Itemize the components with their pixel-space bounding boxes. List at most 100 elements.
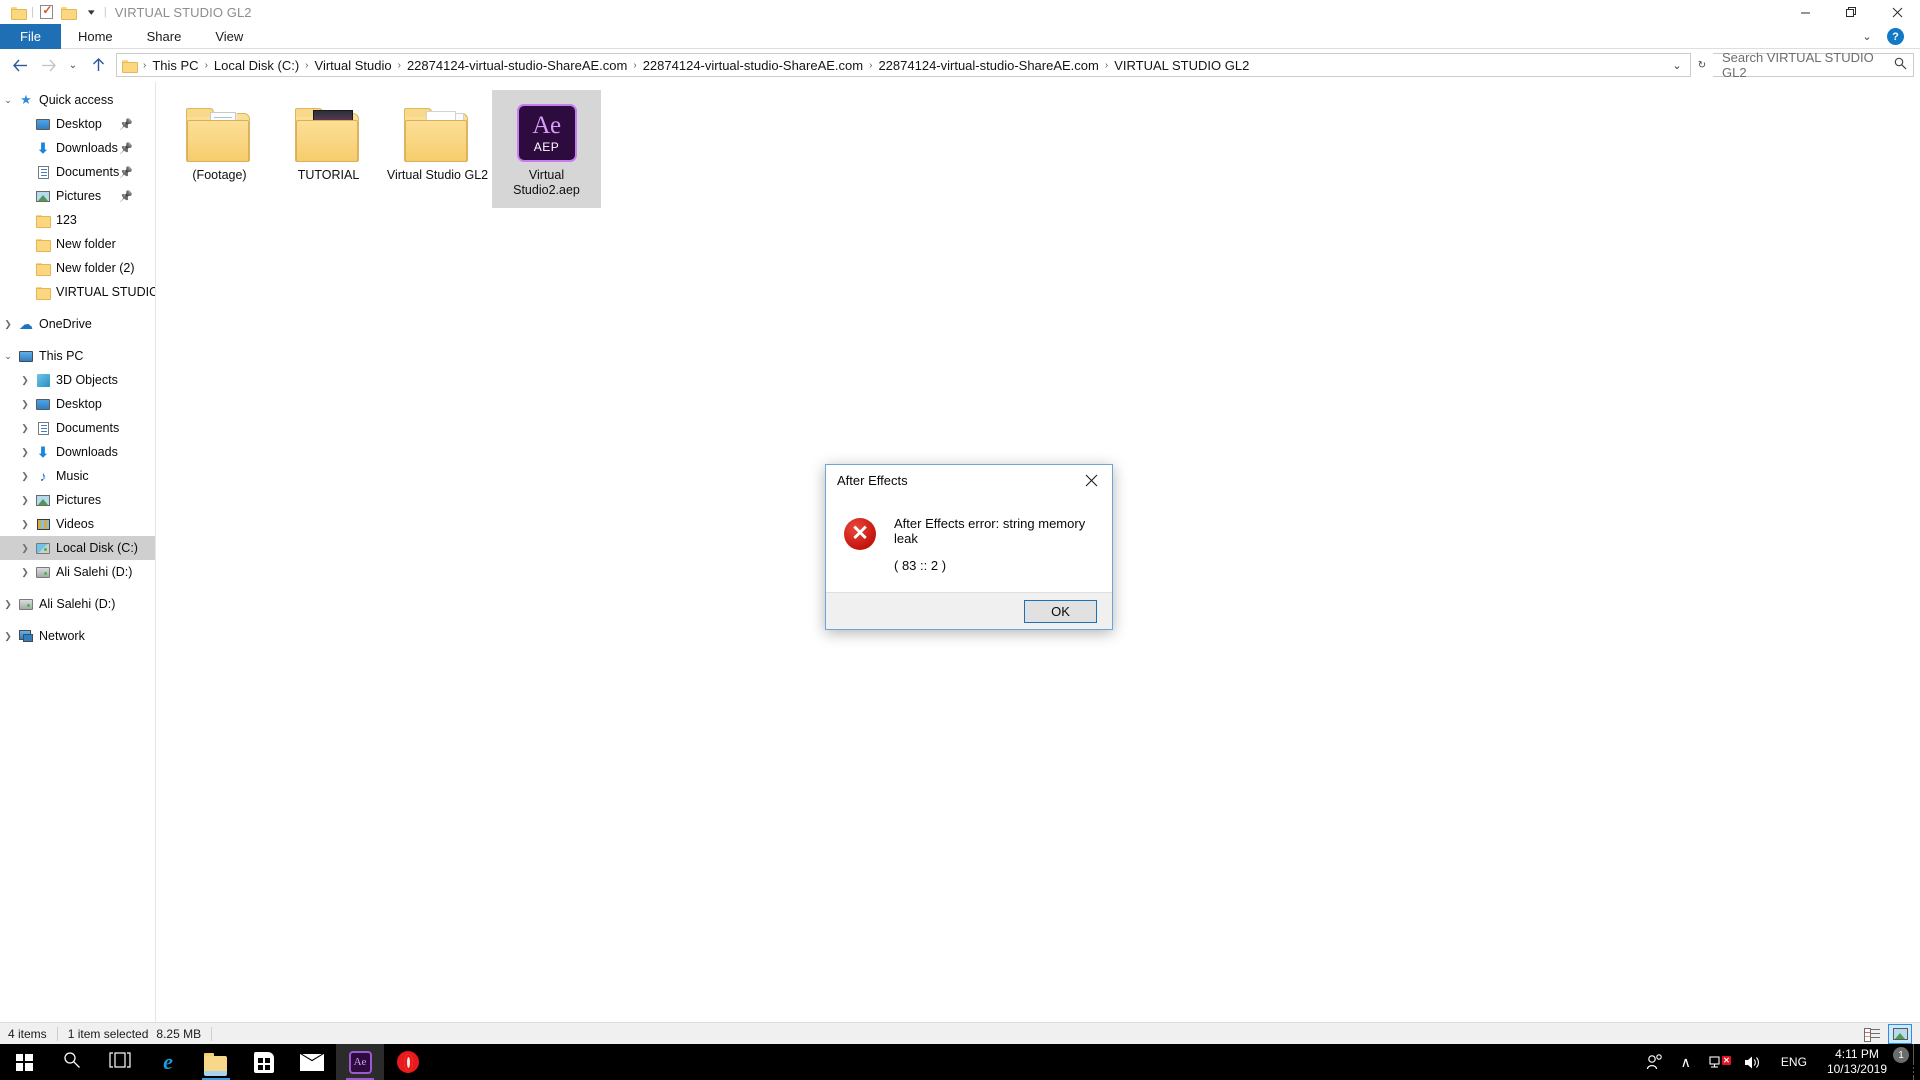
sidebar-item-123[interactable]: 123 [0,208,155,232]
edge-button[interactable]: e [144,1044,192,1080]
breadcrumb-shareae-3[interactable]: 22874124-virtual-studio-ShareAE.com [874,54,1102,76]
dialog-ok-button[interactable]: OK [1024,599,1097,623]
tab-file[interactable]: File [0,24,61,49]
pin-icon[interactable]: 📌 [119,118,133,131]
pin-icon[interactable]: 📌 [119,142,133,155]
tab-share[interactable]: Share [130,24,199,49]
mail-button[interactable] [288,1044,336,1080]
sidebar-item-desktop[interactable]: ❯ Desktop [0,392,155,416]
sidebar-item-new-folder-2[interactable]: New folder (2) [0,256,155,280]
sidebar-item-documents[interactable]: Documents 📌 [0,160,155,184]
breadcrumb-local-disk[interactable]: Local Disk (C:) [210,54,303,76]
sidebar-item-downloads[interactable]: ❯ ⬇ Downloads [0,440,155,464]
forward-button[interactable] [34,52,62,78]
chevron-right-icon[interactable]: ❯ [17,471,33,482]
breadcrumb-virtual-studio[interactable]: Virtual Studio [311,54,396,76]
help-icon[interactable]: ? [1887,28,1904,45]
details-view-icon[interactable] [1860,1024,1884,1044]
sidebar-item-documents[interactable]: ❯ Documents [0,416,155,440]
sidebar-item-network[interactable]: ❯ Network [0,624,155,648]
sidebar-item-local-disk-c[interactable]: ❯ Local Disk (C:) [0,536,155,560]
file-item[interactable]: Virtual Studio GL2 [383,90,492,208]
maximize-button[interactable] [1828,0,1874,24]
sidebar-item-ali-salehi-d[interactable]: ❯ Ali Salehi (D:) [0,560,155,584]
sidebar-item-downloads[interactable]: ⬇ Downloads 📌 [0,136,155,160]
desktop-icon [33,118,53,130]
sidebar-item-label: Downloads [56,141,118,155]
chevron-right-icon[interactable]: ❯ [0,631,16,642]
expand-ribbon-chevron-icon[interactable]: ⌄ [1857,30,1877,43]
sidebar-item-music[interactable]: ❯ ♪ Music [0,464,155,488]
file-explorer-button[interactable] [192,1044,240,1080]
tab-home[interactable]: Home [61,24,130,49]
sidebar-item-pictures[interactable]: Pictures 📌 [0,184,155,208]
tray-overflow-chevron-up-icon[interactable]: ∧ [1672,1054,1700,1071]
navigation-pane[interactable]: ⌄ ★ Quick access Desktop 📌 ⬇ Downloads 📌 Documen… [0,82,156,1022]
pin-icon[interactable]: 📌 [119,166,133,179]
chevron-right-icon[interactable]: ❯ [17,495,33,506]
sidebar-item-pictures[interactable]: ❯ Pictures [0,488,155,512]
up-button[interactable] [84,52,112,78]
chevron-right-icon[interactable]: ❯ [0,599,16,610]
after-effects-button[interactable]: Ae [336,1044,384,1080]
minimize-button[interactable] [1782,0,1828,24]
chevron-right-icon[interactable]: ❯ [17,519,33,530]
sidebar-item-new-folder[interactable]: New folder [0,232,155,256]
after-effects-error-dialog: After Effects ✕ After Effects error: str… [825,464,1113,630]
chevron-right-icon[interactable]: ❯ [17,567,33,578]
clock[interactable]: 4:11 PM 10/13/2019 [1817,1047,1897,1077]
chevron-down-icon[interactable]: ⌄ [0,351,16,362]
sidebar-item-3d-objects[interactable]: ❯ 3D Objects [0,368,155,392]
chevron-down-icon[interactable]: ⌄ [0,95,16,106]
file-item[interactable]: (Footage) [165,90,274,208]
breadcrumb-shareae-2[interactable]: 22874124-virtual-studio-ShareAE.com [639,54,867,76]
properties-icon[interactable] [36,1,58,23]
chevron-right-icon[interactable]: ❯ [17,447,33,458]
file-item[interactable]: TUTORIAL [274,90,383,208]
address-field[interactable]: › This PC › Local Disk (C:) › Virtual St… [116,53,1691,77]
language-indicator[interactable]: ENG [1771,1055,1817,1069]
chevron-right-icon[interactable]: ❯ [17,399,33,410]
search-icon[interactable] [1894,57,1907,73]
breadcrumb-this-pc[interactable]: This PC [148,54,202,76]
file-item[interactable]: Ae AEP Virtual Studio2.aep [492,90,601,208]
folder-icon[interactable] [7,1,29,23]
breadcrumb-virtual-studio-gl2[interactable]: VIRTUAL STUDIO GL2 [1110,54,1253,76]
tab-view[interactable]: View [198,24,260,49]
notification-count-badge: 1 [1893,1047,1909,1063]
sidebar-item-this-pc[interactable]: ⌄ This PC [0,344,155,368]
recent-locations-button[interactable]: ⌄ [62,52,84,78]
refresh-button[interactable]: ↻ [1691,52,1713,78]
chevron-right-icon[interactable]: ❯ [17,375,33,386]
sidebar-item-virtual-studio-gl[interactable]: VIRTUAL STUDIO Gl [0,280,155,304]
microsoft-store-button[interactable] [240,1044,288,1080]
close-button[interactable] [1874,0,1920,24]
volume-icon[interactable] [1735,1055,1771,1070]
dialog-close-icon[interactable] [1070,465,1112,495]
sidebar-item-desktop[interactable]: Desktop 📌 [0,112,155,136]
search-button[interactable] [48,1044,96,1080]
crumb-separator: › [633,59,637,71]
customize-qat-chevron-icon[interactable]: ▾ [80,1,102,23]
sidebar-item-ali-salehi-d[interactable]: ❯ Ali Salehi (D:) [0,592,155,616]
sidebar-item-videos[interactable]: ❯ Videos [0,512,155,536]
show-desktop-button[interactable] [1913,1044,1920,1080]
large-icons-view-icon[interactable] [1888,1023,1912,1044]
address-history-chevron-down-icon[interactable]: ⌄ [1666,54,1688,76]
chevron-right-icon[interactable]: ❯ [17,423,33,434]
task-view-button[interactable] [96,1044,144,1080]
pin-icon[interactable]: 📌 [119,190,133,203]
breadcrumb-shareae-1[interactable]: 22874124-virtual-studio-ShareAE.com [403,54,631,76]
search-input[interactable]: Search VIRTUAL STUDIO GL2 [1713,50,1914,80]
network-disconnected-icon[interactable]: ✕ [1700,1055,1735,1070]
sidebar-item-onedrive[interactable]: ❯ ☁ OneDrive [0,312,155,336]
back-button[interactable] [6,52,34,78]
sidebar-item-quick-access[interactable]: ⌄ ★ Quick access [0,88,155,112]
chevron-right-icon[interactable]: ❯ [0,319,16,330]
start-button[interactable] [0,1044,48,1080]
disk-icon [33,566,53,578]
people-icon[interactable] [1637,1054,1672,1070]
chevron-right-icon[interactable]: ❯ [17,543,33,554]
opera-button[interactable] [384,1044,432,1080]
new-folder-icon[interactable] [58,1,80,23]
